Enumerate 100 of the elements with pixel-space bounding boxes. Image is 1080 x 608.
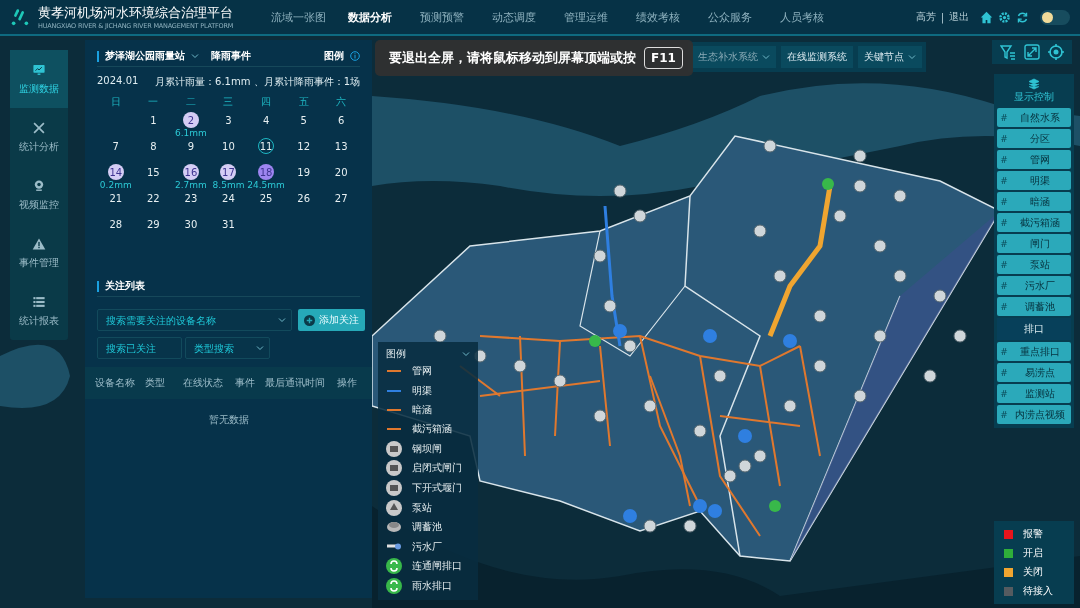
map-marker[interactable] — [513, 359, 527, 373]
theme-toggle[interactable] — [1040, 9, 1070, 25]
map-marker[interactable] — [613, 324, 627, 338]
map-marker[interactable] — [643, 519, 657, 533]
map-marker[interactable] — [773, 269, 787, 283]
expand-icon[interactable] — [1024, 44, 1040, 60]
calendar-day[interactable]: 23 — [182, 190, 199, 206]
calendar-day[interactable]: 22 — [145, 190, 162, 206]
layer-toggle[interactable]: # 内涝点视频 — [997, 405, 1071, 424]
map-marker[interactable] — [873, 329, 887, 343]
station-select[interactable]: 梦泽湖公园雨量站 — [105, 49, 185, 63]
calendar-day[interactable]: 16 — [182, 164, 199, 180]
layer-toggle[interactable]: # 自然水系 — [997, 108, 1071, 127]
calendar-day[interactable]: 13 — [333, 138, 350, 154]
map-marker[interactable] — [623, 509, 637, 523]
layer-toggle[interactable]: # 重点排口 — [997, 342, 1071, 361]
calendar-day[interactable]: 12 — [295, 138, 312, 154]
map-marker[interactable] — [633, 209, 647, 223]
calendar-day[interactable]: 24 — [220, 190, 237, 206]
map-marker[interactable] — [713, 369, 727, 383]
map-marker[interactable] — [738, 429, 752, 443]
nav-tab[interactable]: 数据分析 — [334, 9, 406, 25]
map-marker[interactable] — [589, 335, 601, 347]
map-marker[interactable] — [853, 389, 867, 403]
map-marker[interactable] — [822, 178, 834, 190]
map-marker[interactable] — [853, 149, 867, 163]
calendar-day[interactable]: 30 — [182, 216, 199, 232]
calendar-day[interactable]: 28 — [107, 216, 124, 232]
sidebar-item[interactable]: 监测数据 — [10, 50, 68, 108]
map-marker[interactable] — [613, 184, 627, 198]
caret-icon[interactable] — [462, 350, 470, 358]
map-marker[interactable] — [893, 269, 907, 283]
calendar-day[interactable]: 1 — [145, 112, 162, 128]
map-marker[interactable] — [593, 249, 607, 263]
calendar-day[interactable]: 3 — [220, 112, 237, 128]
legend-link[interactable]: 图例 — [324, 49, 344, 63]
calendar-day[interactable]: 9 — [182, 138, 199, 154]
calendar-day[interactable]: 26 — [295, 190, 312, 206]
layer-toggle[interactable]: # 管网 — [997, 150, 1071, 169]
type-search-field[interactable]: 类型搜索 — [185, 337, 270, 359]
layer-toggle[interactable]: # 监测站 — [997, 384, 1071, 403]
map-marker[interactable] — [873, 239, 887, 253]
nav-tab[interactable]: 人员考核 — [766, 9, 838, 25]
caret-icon[interactable] — [256, 344, 264, 352]
filter-icon[interactable] — [1000, 44, 1016, 60]
map-marker[interactable] — [693, 499, 707, 513]
map-marker[interactable] — [853, 179, 867, 193]
map-marker[interactable] — [623, 339, 637, 353]
caret-icon[interactable] — [278, 316, 286, 324]
layer-toggle[interactable]: # 暗涵 — [997, 192, 1071, 211]
map-marker[interactable] — [708, 504, 722, 518]
layer-toggle[interactable]: # 泵站 — [997, 255, 1071, 274]
calendar-day[interactable]: 14 — [107, 164, 124, 180]
calendar-day[interactable]: 2 — [182, 112, 199, 128]
layer-toggle[interactable]: # 明渠 — [997, 171, 1071, 190]
calendar-day[interactable]: 8 — [145, 138, 162, 154]
map-marker[interactable] — [813, 309, 827, 323]
settings-icon[interactable] — [998, 10, 1011, 24]
calendar-day[interactable]: 7 — [107, 138, 124, 154]
calendar-day[interactable]: 15 — [145, 164, 162, 180]
layer-toggle[interactable]: # 污水厂 — [997, 276, 1071, 295]
layer-toggle[interactable]: # 分区 — [997, 129, 1071, 148]
map-marker[interactable] — [683, 519, 697, 533]
map-marker[interactable] — [813, 359, 827, 373]
panel-tab[interactable]: 降雨事件 — [211, 49, 251, 63]
calendar-day[interactable]: 20 — [333, 164, 350, 180]
watched-search-field[interactable]: 搜索已关注 — [97, 337, 182, 359]
calendar-day[interactable]: 6 — [333, 112, 350, 128]
map-marker[interactable] — [783, 334, 797, 348]
map-marker[interactable] — [933, 289, 947, 303]
map-marker[interactable] — [703, 329, 717, 343]
refresh-icon[interactable] — [1016, 10, 1029, 24]
sidebar-item[interactable]: 视频监控 — [10, 166, 68, 224]
calendar-day[interactable]: 29 — [145, 216, 162, 232]
calendar-day[interactable]: 27 — [333, 190, 350, 206]
nav-tab[interactable]: 绩效考核 — [622, 9, 694, 25]
layer-toggle[interactable]: # 易涝点 — [997, 363, 1071, 382]
map-marker[interactable] — [553, 374, 567, 388]
calendar-day[interactable]: 17 — [220, 164, 237, 180]
layer-toggle[interactable]: # 调蓄池 — [997, 297, 1071, 316]
nav-tab[interactable]: 管理运维 — [550, 9, 622, 25]
toolbar-button[interactable]: 生态补水系统 — [692, 46, 776, 68]
calendar-day[interactable]: 5 — [295, 112, 312, 128]
map-marker[interactable] — [923, 369, 937, 383]
map-marker[interactable] — [603, 299, 617, 313]
home-icon[interactable] — [980, 10, 993, 24]
calendar-day[interactable]: 19 — [295, 164, 312, 180]
logout-link[interactable]: 退出 — [949, 10, 969, 24]
calendar-day[interactable]: 31 — [220, 216, 237, 232]
map-marker[interactable] — [723, 469, 737, 483]
device-search-field[interactable]: 搜索需要关注的设备名称 — [97, 309, 292, 331]
map-marker[interactable] — [833, 209, 847, 223]
sidebar-item[interactable]: 统计报表 — [10, 282, 68, 340]
map-marker[interactable] — [433, 329, 447, 343]
toolbar-button[interactable]: 关键节点 — [858, 46, 922, 68]
map-marker[interactable] — [953, 329, 967, 343]
toolbar-button[interactable]: 在线监测系统 — [781, 46, 853, 68]
info-icon[interactable] — [350, 51, 360, 61]
sidebar-item[interactable]: 事件管理 — [10, 224, 68, 282]
map-marker[interactable] — [738, 459, 752, 473]
